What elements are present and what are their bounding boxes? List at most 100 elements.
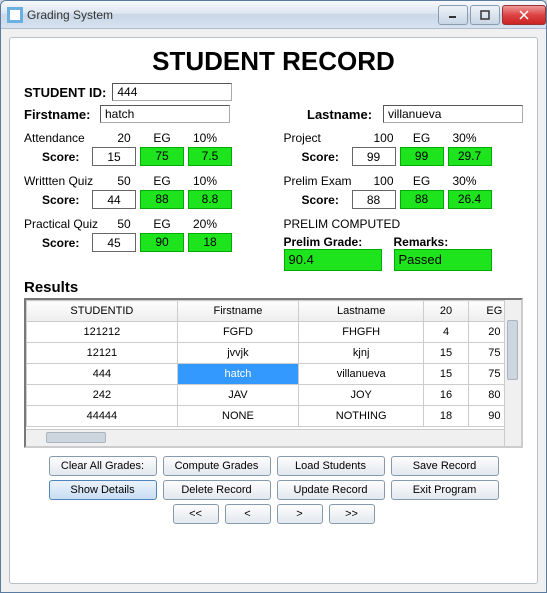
eg-value: 75 [140, 147, 184, 166]
table-row[interactable]: 12121jvvjkkjnj1575 [27, 343, 521, 364]
delete-record-button[interactable]: Delete Record [163, 480, 271, 500]
clear-all-grades-button[interactable]: Clear All Grades: [49, 456, 157, 476]
category-label: Practical Quiz [24, 217, 106, 231]
pct-label: 30% [448, 131, 482, 145]
maximize-button[interactable] [470, 5, 500, 25]
horizontal-scrollbar[interactable] [26, 429, 504, 446]
prelim-grade-value: 90.4 [284, 249, 382, 271]
table-cell[interactable]: 15 [424, 364, 469, 385]
table-cell[interactable]: 444 [27, 364, 178, 385]
remarks-label: Remarks: [394, 235, 492, 249]
table-row[interactable]: 242JAVJOY1680 [27, 385, 521, 406]
table-cell[interactable]: 4 [424, 322, 469, 343]
save-record-button[interactable]: Save Record [391, 456, 499, 476]
table-header[interactable]: 20 [424, 301, 469, 322]
table-cell[interactable]: NOTHING [299, 406, 424, 427]
results-label: Results [24, 279, 523, 296]
score-input[interactable] [92, 233, 136, 252]
vertical-scrollbar[interactable] [504, 300, 521, 446]
scores-grid: Attendance20EG10%Score:757.5Writtten Qui… [24, 131, 523, 271]
content-panel: STUDENT RECORD STUDENT ID: Firstname: La… [9, 37, 538, 584]
load-students-button[interactable]: Load Students [277, 456, 385, 476]
scorebox-left-0: Attendance20EG10%Score:757.5 [24, 131, 264, 166]
table-cell[interactable]: 18 [424, 406, 469, 427]
right-column: Project100EG30%Score:9929.7Prelim Exam10… [284, 131, 524, 271]
button-row-1: Clear All Grades: Compute Grades Load St… [24, 456, 523, 476]
results-table[interactable]: STUDENTIDFirstnameLastname20EG121212FGFD… [26, 300, 521, 427]
update-record-button[interactable]: Update Record [277, 480, 385, 500]
category-label: Writtten Quiz [24, 174, 106, 188]
page-title: STUDENT RECORD [24, 46, 523, 77]
score-label: Score: [42, 193, 88, 207]
eg-value: 99 [400, 147, 444, 166]
eg-header: EG [142, 131, 182, 145]
table-cell[interactable]: jvvjk [177, 343, 298, 364]
table-cell[interactable]: kjnj [299, 343, 424, 364]
student-id-label: STUDENT ID: [24, 85, 106, 100]
titlebar[interactable]: Grading System [1, 1, 546, 29]
student-id-input[interactable] [112, 83, 232, 101]
category-label: Project [284, 131, 366, 145]
table-cell[interactable]: FHGFH [299, 322, 424, 343]
table-cell[interactable]: 15 [424, 343, 469, 364]
table-header-row: STUDENTIDFirstnameLastname20EG [27, 301, 521, 322]
lastname-input[interactable] [383, 105, 523, 123]
table-row[interactable]: 121212FGFDFHGFH420 [27, 322, 521, 343]
table-cell[interactable]: 16 [424, 385, 469, 406]
prelim-grade-label: Prelim Grade: [284, 235, 382, 249]
score-label: Score: [302, 193, 348, 207]
table-cell[interactable]: 44444 [27, 406, 178, 427]
max-label: 50 [112, 174, 136, 188]
score-label: Score: [42, 150, 88, 164]
table-header[interactable]: STUDENTID [27, 301, 178, 322]
score-input[interactable] [352, 190, 396, 209]
max-label: 20 [112, 131, 136, 145]
table-cell[interactable]: JOY [299, 385, 424, 406]
table-cell[interactable]: villanueva [299, 364, 424, 385]
table-cell[interactable]: 12121 [27, 343, 178, 364]
score-input[interactable] [92, 147, 136, 166]
egw-value: 18 [188, 233, 232, 252]
show-details-button[interactable]: Show Details [49, 480, 157, 500]
last-button[interactable]: >> [329, 504, 375, 524]
table-cell[interactable]: FGFD [177, 322, 298, 343]
egw-value: 29.7 [448, 147, 492, 166]
exit-program-button[interactable]: Exit Program [391, 480, 499, 500]
max-label: 100 [372, 174, 396, 188]
pct-label: 10% [188, 174, 222, 188]
max-label: 100 [372, 131, 396, 145]
category-label: Prelim Exam [284, 174, 366, 188]
max-label: 50 [112, 217, 136, 231]
results-table-container: STUDENTIDFirstnameLastname20EG121212FGFD… [24, 298, 523, 448]
next-button[interactable]: > [277, 504, 323, 524]
score-input[interactable] [92, 190, 136, 209]
prev-button[interactable]: < [225, 504, 271, 524]
table-cell[interactable]: JAV [177, 385, 298, 406]
table-row[interactable]: 44444NONENOTHING1890 [27, 406, 521, 427]
table-cell[interactable]: hatch [177, 364, 298, 385]
table-header[interactable]: Lastname [299, 301, 424, 322]
firstname-label: Firstname: [24, 107, 100, 122]
table-cell[interactable]: NONE [177, 406, 298, 427]
table-cell[interactable]: 121212 [27, 322, 178, 343]
eg-header: EG [142, 217, 182, 231]
scorebox-left-1: Writtten Quiz50EG10%Score:888.8 [24, 174, 264, 209]
egw-value: 26.4 [448, 190, 492, 209]
close-button[interactable] [502, 5, 546, 25]
pct-label: 30% [448, 174, 482, 188]
table-header[interactable]: Firstname [177, 301, 298, 322]
table-row[interactable]: 444hatchvillanueva1575 [27, 364, 521, 385]
score-input[interactable] [352, 147, 396, 166]
scorebox-left-2: Practical Quiz50EG20%Score:9018 [24, 217, 264, 252]
lastname-label: Lastname: [307, 107, 383, 122]
pct-label: 20% [188, 217, 222, 231]
window-title: Grading System [27, 8, 438, 22]
firstname-input[interactable] [100, 105, 230, 123]
table-cell[interactable]: 242 [27, 385, 178, 406]
app-window: Grading System STUDENT RECORD STUDENT ID… [0, 0, 547, 593]
minimize-button[interactable] [438, 5, 468, 25]
prelim-title: PRELIM COMPUTED [284, 217, 524, 231]
first-button[interactable]: << [173, 504, 219, 524]
left-column: Attendance20EG10%Score:757.5Writtten Qui… [24, 131, 264, 271]
compute-grades-button[interactable]: Compute Grades [163, 456, 271, 476]
